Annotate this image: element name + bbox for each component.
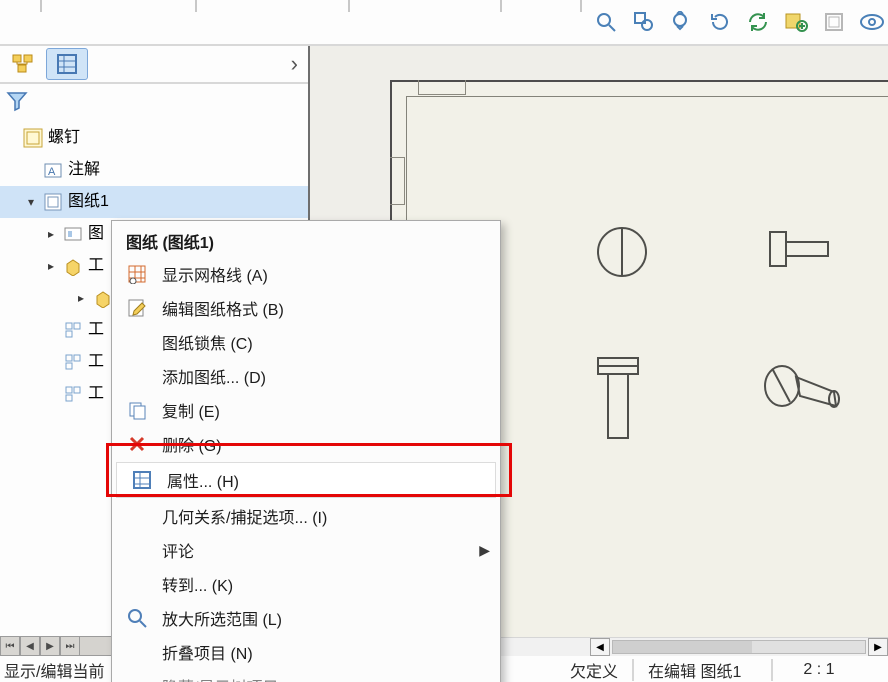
ctx-properties-label: 属性... (H) <box>167 468 239 492</box>
delete-icon <box>124 433 150 455</box>
ctx-lock-focus-label: 图纸锁焦 (C) <box>162 330 253 354</box>
expand-icon[interactable]: ▸ <box>44 218 58 250</box>
sheet-tree-icon <box>42 191 64 213</box>
ctx-collapse[interactable]: 折叠项目 (N) <box>112 635 500 669</box>
context-menu-header: 图纸 (图纸1) <box>112 221 500 257</box>
ctx-geom-snap-label: 几何关系/捕捉选项... (I) <box>162 504 327 528</box>
property-tab[interactable] <box>46 48 88 80</box>
ctx-add-sheet-label: 添加图纸... (D) <box>162 364 266 388</box>
sheet-icon[interactable] <box>822 10 846 34</box>
part-icon <box>62 255 84 277</box>
ctx-show-grid-label: 显示网格线 (A) <box>162 262 268 286</box>
status-editing: 在编辑 图纸1 <box>648 658 741 682</box>
tree-sheet1-label: 图纸1 <box>68 186 109 218</box>
ctx-goto-label: 转到... (K) <box>162 572 233 596</box>
zoom-inout-icon[interactable] <box>670 10 694 34</box>
ctx-lock-focus[interactable]: 图纸锁焦 (C) <box>112 325 500 359</box>
status-left: 显示/编辑当前 <box>4 658 104 682</box>
tree-root[interactable]: 螺钉 <box>0 122 308 154</box>
ctx-delete-label: 删除 (G) <box>162 432 222 456</box>
submenu-arrow-icon: ▶ <box>479 542 490 559</box>
feature-tree-tab[interactable] <box>3 49 43 79</box>
tree-view2-label: 工 <box>88 250 104 282</box>
ctx-edit-format[interactable]: 编辑图纸格式 (B) <box>112 291 500 325</box>
config-icon[interactable] <box>784 10 808 34</box>
tree-view4-label: 工 <box>88 346 104 378</box>
tree-sheet1[interactable]: ▾ 图纸1 <box>0 186 308 218</box>
tree-annotations-label: 注解 <box>68 154 100 186</box>
ctx-hidden-more-label: 隐藏/显示树项目 <box>162 674 278 682</box>
screw-front-view-icon <box>588 354 648 450</box>
status-underdefined: 欠定义 <box>570 658 618 682</box>
grid-icon <box>124 263 150 285</box>
projview-icon <box>62 351 84 373</box>
ctx-show-grid[interactable]: 显示网格线 (A) <box>112 257 500 291</box>
rotate-icon[interactable] <box>708 10 732 34</box>
tree-root-label: 螺钉 <box>48 122 80 154</box>
properties-icon <box>129 469 155 491</box>
ctx-comments-label: 评论 <box>162 538 194 562</box>
edit-format-icon <box>124 297 150 319</box>
collapse-icon[interactable]: ▾ <box>24 186 38 218</box>
ctx-add-sheet[interactable]: 添加图纸... (D) <box>112 359 500 393</box>
ctx-zoom-sel[interactable]: 放大所选范围 (L) <box>112 601 500 635</box>
projview-icon <box>62 319 84 341</box>
ctx-edit-format-label: 编辑图纸格式 (B) <box>162 296 284 320</box>
status-scale: 2 : 1 <box>803 661 834 679</box>
screw-side-view-icon <box>768 222 838 276</box>
tree-annotations[interactable]: A 注解 <box>0 154 308 186</box>
ctx-comments[interactable]: 评论 ▶ <box>112 533 500 567</box>
submenu-arrow-icon: ▶ <box>479 678 490 682</box>
view-tree-icon <box>62 223 84 245</box>
ctx-geom-snap[interactable]: 几何关系/捕捉选项... (I) <box>112 499 500 533</box>
zoom-sel-icon <box>124 607 150 629</box>
filter-icon[interactable] <box>0 84 308 118</box>
rebuild-icon[interactable] <box>746 10 770 34</box>
screw-iso-view-icon <box>760 362 850 432</box>
ctx-copy-label: 复制 (E) <box>162 398 220 422</box>
screw-top-view-icon <box>592 222 652 282</box>
expand-icon[interactable]: ▸ <box>44 250 58 282</box>
ctx-delete[interactable]: 删除 (G) <box>112 427 500 461</box>
ctx-properties[interactable]: 属性... (H) <box>116 462 496 498</box>
annotation-icon: A <box>42 159 64 181</box>
tree-view1-label: 图 <box>88 218 104 250</box>
projview-icon <box>62 383 84 405</box>
copy-icon <box>124 399 150 421</box>
context-menu: 图纸 (图纸1) 显示网格线 (A) 编辑图纸格式 (B) 图纸锁焦 (C) 添… <box>111 220 501 682</box>
ctx-zoom-sel-label: 放大所选范围 (L) <box>162 606 282 630</box>
expand-icon[interactable]: ▸ <box>74 282 88 314</box>
svg-text:A: A <box>48 166 56 178</box>
tree-view5-label: 工 <box>88 378 104 410</box>
tree-view3-label: 工 <box>88 314 104 346</box>
ctx-collapse-label: 折叠项目 (N) <box>162 640 253 664</box>
ctx-hidden-more[interactable]: 隐藏/显示树项目 ▶ <box>112 669 500 682</box>
ctx-copy[interactable]: 复制 (E) <box>112 393 500 427</box>
drawing-icon <box>22 127 44 149</box>
view-icon[interactable] <box>860 10 884 34</box>
expand-chevron-icon[interactable]: › <box>291 51 298 77</box>
ctx-goto[interactable]: 转到... (K) <box>112 567 500 601</box>
zoom-fit-icon[interactable] <box>594 10 618 34</box>
zoom-window-icon[interactable] <box>632 10 656 34</box>
